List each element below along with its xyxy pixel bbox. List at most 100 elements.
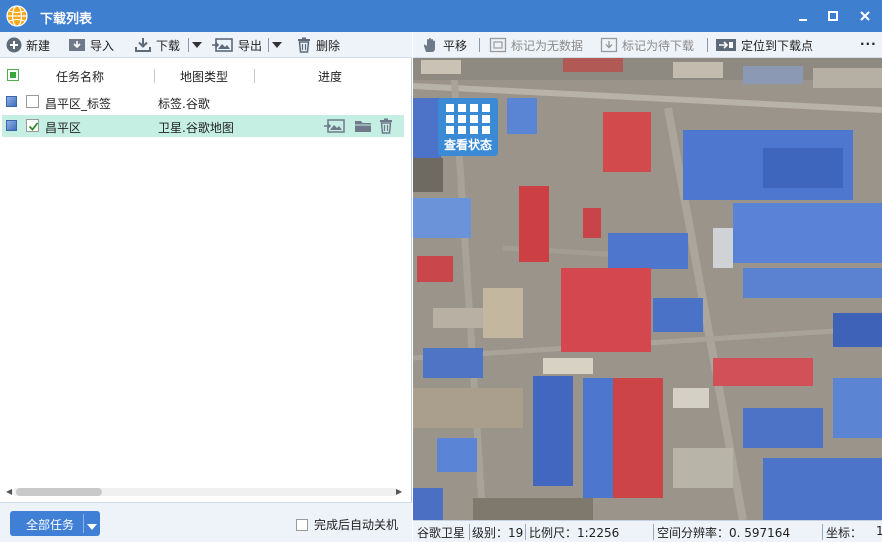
task-map-type: 标签.谷歌 <box>158 97 210 111</box>
partial-check-mark <box>10 72 16 78</box>
task-name: 昌平区_标签 <box>45 97 112 111</box>
column-divider <box>154 69 155 83</box>
download-icon <box>135 38 151 52</box>
hand-icon <box>423 38 435 52</box>
map-toolbar: 平移 标记为无数据 标记为待下载 定位到下载点 ··· <box>413 32 882 58</box>
row-export-button[interactable] <box>324 118 346 137</box>
download-button[interactable]: 下载 <box>134 36 180 54</box>
export-label: 导出 <box>238 38 263 53</box>
pan-button[interactable]: 平移 <box>421 36 467 54</box>
import-label: 导入 <box>90 38 115 53</box>
mark-pending-icon <box>600 37 618 53</box>
task-color-icon <box>6 96 17 107</box>
task-map-type: 卫星.谷歌地图 <box>158 121 234 135</box>
horizontal-scrollbar[interactable]: ◀ ▶ <box>4 486 406 498</box>
plus-circle-icon <box>6 37 22 53</box>
trash-icon <box>380 118 392 134</box>
task-toolbar: 新建 导入 下载 导出 删除 <box>0 32 412 58</box>
trash-icon <box>298 37 310 53</box>
status-divider <box>822 524 823 540</box>
all-tasks-label: 全部任务 <box>26 518 75 532</box>
download-dropdown[interactable] <box>192 36 202 54</box>
table-row[interactable]: 昌平区_标签 标签.谷歌 <box>2 91 404 113</box>
locate-icon <box>716 39 736 51</box>
task-color-icon <box>6 120 17 131</box>
export-divider <box>268 38 269 52</box>
pan-label: 平移 <box>443 38 468 53</box>
all-tasks-button[interactable]: 全部任务 <box>10 511 100 536</box>
download-divider <box>188 38 189 52</box>
row-checkbox[interactable] <box>26 95 39 108</box>
satellite-map[interactable]: 查看状态 <box>413 58 882 520</box>
scroll-right-icon[interactable]: ▶ <box>396 487 402 496</box>
view-status-button[interactable]: 查看状态 <box>438 98 498 156</box>
export-image-icon <box>212 38 233 52</box>
mark-pending-button[interactable]: 标记为待下载 <box>600 36 694 54</box>
delete-label: 删除 <box>316 38 341 53</box>
folder-icon <box>355 121 371 132</box>
all-tasks-dropdown[interactable] <box>87 520 97 534</box>
spatial-resolution: 空间分辨率：0. 597164 <box>657 526 791 540</box>
caret-down-icon <box>192 42 202 48</box>
maximize-button[interactable] <box>820 4 846 28</box>
mark-no-data-icon <box>489 37 507 53</box>
scroll-thumb[interactable] <box>16 488 102 496</box>
toolbar-divider <box>707 38 708 52</box>
grid-header: 任务名称 地图类型 进度 <box>0 65 412 85</box>
map-status-bar: 谷歌卫星 级别：19 比例尺：1:2256 空间分辨率：0. 597164 坐标… <box>413 520 882 542</box>
import-button[interactable]: 导入 <box>68 36 114 54</box>
minimize-button[interactable] <box>790 4 816 28</box>
table-row[interactable]: 昌平区 卫星.谷歌地图 <box>2 115 404 137</box>
export-dropdown[interactable] <box>272 36 282 54</box>
column-header-map-type[interactable]: 地图类型 <box>180 68 228 85</box>
maximize-icon <box>828 11 838 21</box>
column-header-task-name[interactable]: 任务名称 <box>56 68 104 85</box>
export-button[interactable]: 导出 <box>212 36 262 54</box>
globe-icon <box>6 5 28 27</box>
new-button[interactable]: 新建 <box>6 36 50 54</box>
status-divider <box>469 524 470 540</box>
grid-icon <box>446 104 490 134</box>
import-icon <box>69 39 85 51</box>
all-tasks-divider <box>83 514 84 533</box>
task-name: 昌平区 <box>45 121 82 135</box>
map-scale: 比例尺：1:2256 <box>529 526 620 540</box>
coordinates-label: 坐标： <box>826 526 863 540</box>
auto-shutdown-option[interactable]: 完成后自动关机 <box>296 516 398 533</box>
column-divider <box>254 69 255 83</box>
auto-shutdown-checkbox[interactable] <box>296 518 308 531</box>
scroll-left-icon[interactable]: ◀ <box>6 487 12 496</box>
row-delete-button[interactable] <box>378 118 394 137</box>
mark-no-data-label: 标记为无数据 <box>511 38 584 53</box>
mark-no-data-button[interactable]: 标记为无数据 <box>489 36 583 54</box>
zoom-level: 级别：19 <box>472 526 524 540</box>
task-list-panel: 新建 导入 下载 导出 删除 任务名称 地图类型 进度 昌平区_标签 标签.谷歌… <box>0 32 412 542</box>
toolbar-divider <box>479 38 480 52</box>
mark-pending-label: 标记为待下载 <box>622 38 695 53</box>
close-button[interactable] <box>852 4 878 28</box>
title-bar: 下载列表 <box>0 0 882 32</box>
download-label: 下载 <box>156 38 181 53</box>
window-title: 下载列表 <box>40 12 93 27</box>
export-image-icon <box>324 119 345 133</box>
checkmark-icon <box>28 122 39 131</box>
map-source: 谷歌卫星 <box>417 526 466 540</box>
new-label: 新建 <box>26 38 51 53</box>
status-divider <box>525 524 526 540</box>
column-header-progress[interactable]: 进度 <box>318 68 342 85</box>
close-icon <box>860 11 870 21</box>
more-button[interactable]: ··· <box>860 35 877 53</box>
row-checkbox[interactable] <box>26 119 39 132</box>
locate-download-label: 定位到下载点 <box>741 38 814 53</box>
caret-down-icon <box>87 524 97 530</box>
row-open-folder-button[interactable] <box>354 118 372 137</box>
status-divider <box>653 524 654 540</box>
task-bottom-bar: 全部任务 完成后自动关机 <box>0 502 412 542</box>
coordinates-value: 1 <box>876 524 882 538</box>
auto-shutdown-label: 完成后自动关机 <box>314 518 399 532</box>
locate-download-button[interactable]: 定位到下载点 <box>715 36 813 54</box>
map-panel: 平移 标记为无数据 标记为待下载 定位到下载点 ··· 查看状态 谷歌卫星 级别… <box>413 32 882 542</box>
delete-button[interactable]: 删除 <box>296 36 340 54</box>
select-all-checkbox[interactable] <box>7 69 19 81</box>
minimize-icon <box>799 19 807 21</box>
